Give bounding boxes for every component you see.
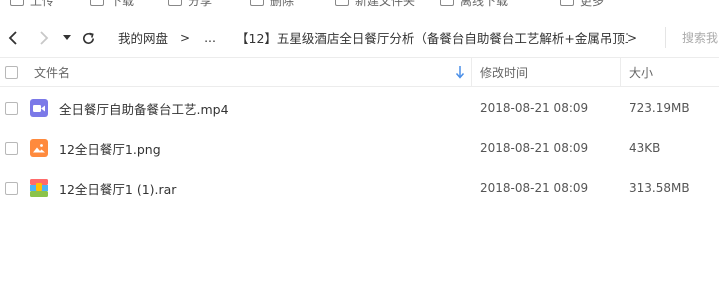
navigation-bar: 我的网盘 > ... 【12】五星级酒店全日餐厅分析（备餐台自助餐台工艺解析+金… <box>0 18 719 57</box>
breadcrumb-next-button[interactable]: > <box>627 18 637 57</box>
more-icon <box>560 0 574 6</box>
select-all-checkbox[interactable] <box>5 66 18 79</box>
forward-button[interactable] <box>33 28 53 48</box>
file-row[interactable]: 12全日餐厅1 (1).rar 2018-08-21 08:09 313.58M… <box>0 168 719 208</box>
sort-down-icon[interactable] <box>455 65 465 79</box>
toolbar: 上传 下载 分享 删除 新建文件夹 离线下载 更多 <box>0 0 719 18</box>
cloud-download-icon <box>440 0 454 6</box>
upload-icon <box>10 0 24 6</box>
divider <box>665 27 666 48</box>
new-folder-button[interactable]: 新建文件夹 <box>335 0 415 9</box>
chevron-right-icon <box>40 31 49 45</box>
file-row[interactable]: 12全日餐厅1.png 2018-08-21 08:09 43KB <box>0 128 719 168</box>
caret-down-icon <box>63 35 71 40</box>
breadcrumb-ellipsis[interactable]: ... <box>204 30 216 45</box>
file-modified: 2018-08-21 08:09 <box>480 181 589 195</box>
file-row[interactable]: 全日餐厅自助备餐台工艺.mp4 2018-08-21 08:09 723.19M… <box>0 88 719 128</box>
offline-download-button[interactable]: 离线下载 <box>440 0 508 9</box>
row-checkbox[interactable] <box>5 102 18 115</box>
column-header-size[interactable]: 大小 <box>629 58 653 87</box>
download-icon <box>90 0 104 6</box>
file-list-header: 文件名 修改时间 大小 <box>0 57 719 87</box>
file-modified: 2018-08-21 08:09 <box>480 101 589 115</box>
column-divider[interactable] <box>471 58 472 87</box>
more-button[interactable]: 更多 <box>560 0 604 9</box>
image-file-icon <box>30 139 48 157</box>
column-divider[interactable] <box>620 58 621 87</box>
history-dropdown-button[interactable] <box>57 28 77 48</box>
download-button[interactable]: 下载 <box>90 0 134 9</box>
file-size: 723.19MB <box>629 101 690 115</box>
breadcrumb-root[interactable]: 我的网盘 <box>118 28 168 47</box>
refresh-button[interactable] <box>78 28 98 48</box>
breadcrumb: 我的网盘 > ... 【12】五星级酒店全日餐厅分析（备餐台自助餐台工艺解析+金… <box>118 18 628 57</box>
video-file-icon <box>30 99 48 117</box>
chevron-left-icon <box>8 31 17 45</box>
row-checkbox[interactable] <box>5 182 18 195</box>
trash-icon <box>250 0 264 6</box>
back-button[interactable] <box>4 28 24 48</box>
share-icon <box>168 0 182 6</box>
file-size: 313.58MB <box>629 181 690 195</box>
folder-plus-icon <box>335 0 349 6</box>
upload-button[interactable]: 上传 <box>10 0 54 9</box>
archive-file-icon <box>30 179 48 197</box>
file-size: 43KB <box>629 141 661 155</box>
share-button[interactable]: 分享 <box>168 0 212 9</box>
row-checkbox[interactable] <box>5 142 18 155</box>
file-name[interactable]: 12全日餐厅1.png <box>59 128 161 168</box>
file-name[interactable]: 全日餐厅自助备餐台工艺.mp4 <box>59 88 229 128</box>
delete-button[interactable]: 删除 <box>250 0 294 9</box>
search-input[interactable]: 搜索我 <box>682 18 718 57</box>
column-header-name[interactable]: 文件名 <box>34 58 70 87</box>
breadcrumb-current[interactable]: 【12】五星级酒店全日餐厅分析（备餐台自助餐台工艺解析+金属吊顶工... <box>236 28 628 47</box>
file-name[interactable]: 12全日餐厅1 (1).rar <box>59 168 176 208</box>
column-header-modified[interactable]: 修改时间 <box>480 58 528 87</box>
refresh-icon <box>82 32 94 44</box>
breadcrumb-separator: > <box>180 30 191 45</box>
file-modified: 2018-08-21 08:09 <box>480 141 589 155</box>
